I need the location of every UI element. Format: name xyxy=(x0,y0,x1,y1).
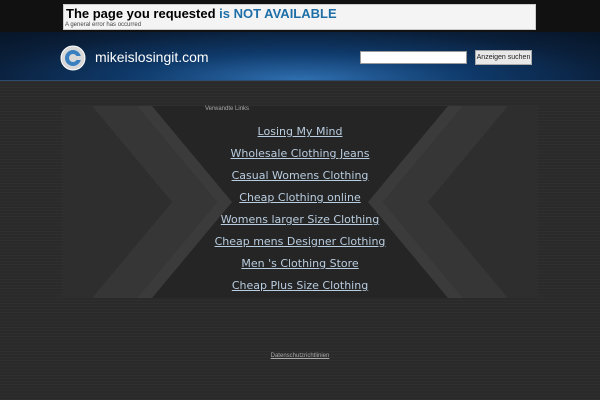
related-link[interactable]: Men 's Clothing Store xyxy=(241,257,358,270)
error-title-prefix: The page you requested xyxy=(66,6,220,21)
list-item: Wholesale Clothing Jeans xyxy=(150,144,450,166)
error-subtitle: A general error has occurred xyxy=(65,22,142,28)
related-link[interactable]: Wholesale Clothing Jeans xyxy=(231,147,370,160)
list-item: Losing My Mind xyxy=(150,122,450,144)
list-item: Womens larger Size Clothing xyxy=(150,210,450,232)
list-item: Men 's Clothing Store xyxy=(150,254,450,276)
list-item: Casual Womens Clothing xyxy=(150,166,450,188)
top-bar: The page you requested is NOT AVAILABLE … xyxy=(0,0,600,32)
related-link[interactable]: Losing My Mind xyxy=(258,125,343,138)
related-links-label: Verwandte Links xyxy=(205,106,250,112)
related-link[interactable]: Casual Womens Clothing xyxy=(232,169,369,182)
site-header: mikeislosingit.com Anzeigen suchen xyxy=(0,32,600,81)
site-name[interactable]: mikeislosingit.com xyxy=(95,49,209,65)
related-link[interactable]: Cheap Plus Size Clothing xyxy=(232,279,368,292)
globe-logo-icon xyxy=(60,45,86,71)
error-title: The page you requested is NOT AVAILABLE xyxy=(66,6,337,21)
related-link[interactable]: Cheap mens Designer Clothing xyxy=(215,235,386,248)
search-button[interactable]: Anzeigen suchen xyxy=(475,50,532,65)
related-links-list: Losing My Mind Wholesale Clothing Jeans … xyxy=(150,122,450,298)
search-input[interactable] xyxy=(360,51,467,64)
related-link[interactable]: Cheap Clothing online xyxy=(239,191,360,204)
list-item: Cheap Clothing online xyxy=(150,188,450,210)
privacy-policy-link[interactable]: Datenschutzrichtlinien xyxy=(0,353,600,359)
error-title-highlight: is NOT AVAILABLE xyxy=(219,6,337,21)
list-item: Cheap Plus Size Clothing xyxy=(150,276,450,298)
list-item: Cheap mens Designer Clothing xyxy=(150,232,450,254)
related-link[interactable]: Womens larger Size Clothing xyxy=(221,213,379,226)
error-notice: The page you requested is NOT AVAILABLE … xyxy=(63,4,536,30)
